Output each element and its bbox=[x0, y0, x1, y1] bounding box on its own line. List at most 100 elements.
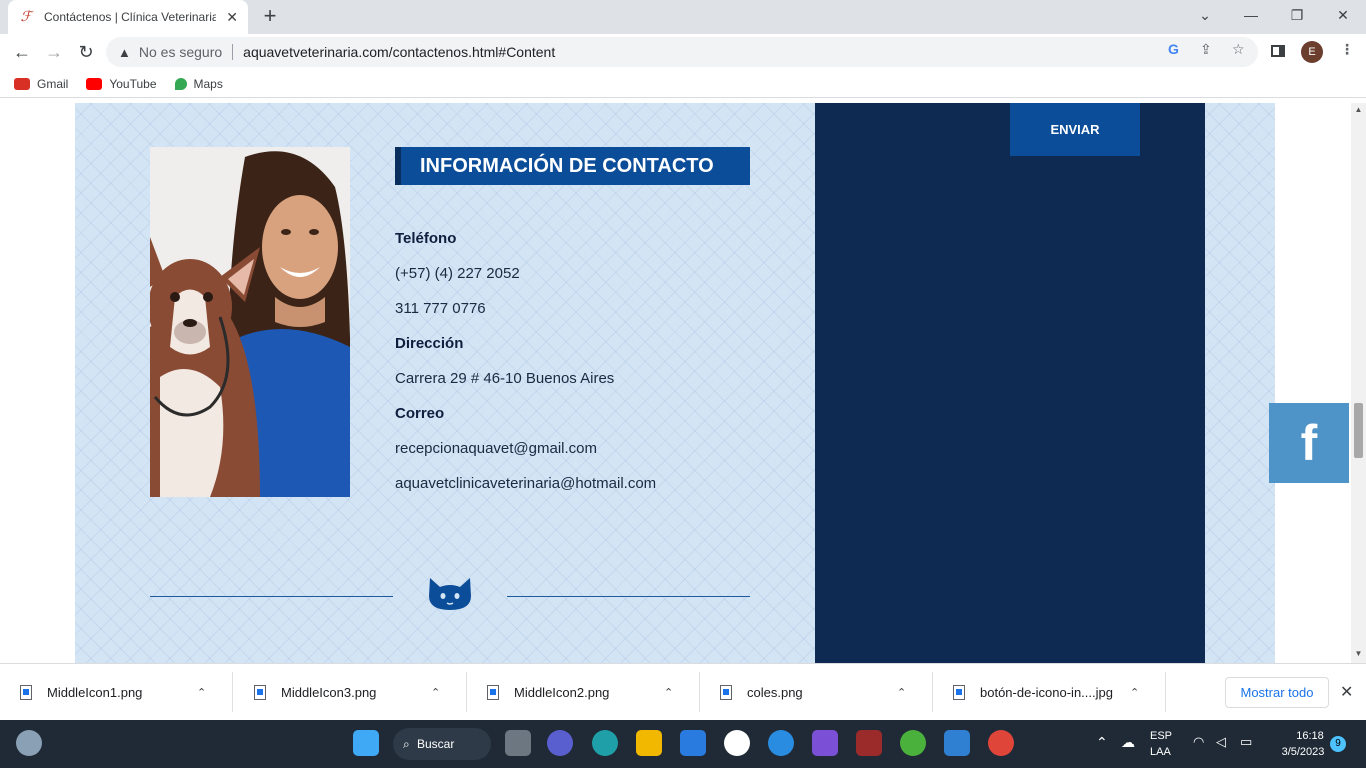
taskbar-search[interactable]: ⌕ Buscar bbox=[393, 728, 491, 760]
omnibox-separator bbox=[232, 44, 234, 60]
notification-badge[interactable]: 9 bbox=[1330, 736, 1346, 752]
maps-icon bbox=[174, 77, 187, 90]
divider-left bbox=[150, 596, 393, 597]
bookmark-label: Gmail bbox=[37, 76, 69, 91]
windows-taskbar: ⌕ Buscar ⌃ ☁ ESP LAA ◠ ◁ ▭ 16:18 3/5/202… bbox=[0, 720, 1366, 768]
email-2[interactable]: aquavetclinicaveterinaria@hotmail.com bbox=[395, 475, 656, 492]
close-window-button[interactable]: ✕ bbox=[1320, 0, 1366, 30]
search-icon: ⌕ bbox=[403, 737, 410, 751]
wifi-icon[interactable]: ◠ bbox=[1193, 734, 1204, 750]
language-bottom[interactable]: LAA bbox=[1150, 746, 1171, 758]
phone-label: Teléfono bbox=[395, 230, 457, 247]
bookmarks-bar: Gmail YouTube Maps bbox=[0, 70, 1366, 98]
profile-avatar[interactable]: E bbox=[1301, 41, 1323, 63]
dreamweaver-icon[interactable] bbox=[900, 730, 926, 756]
site-favicon-icon: ℱ bbox=[20, 9, 32, 25]
google-translate-icon[interactable]: G bbox=[1168, 41, 1179, 57]
clock-date[interactable]: 3/5/2023 bbox=[1273, 746, 1333, 758]
share-icon[interactable]: ⇪ bbox=[1200, 41, 1212, 58]
reload-button[interactable]: ↻ bbox=[74, 40, 98, 64]
chrome-icon[interactable] bbox=[988, 730, 1014, 756]
warning-icon[interactable]: ▲ bbox=[118, 45, 131, 60]
image-file-icon bbox=[487, 684, 499, 700]
store-icon[interactable] bbox=[680, 730, 706, 756]
browser-toolbar: ← → ↻ ▲ No es seguro aquavetveterinaria.… bbox=[0, 34, 1366, 70]
cat-icon bbox=[429, 578, 471, 610]
chevron-up-icon[interactable]: ⌃ bbox=[897, 686, 906, 699]
scroll-thumb[interactable] bbox=[1354, 403, 1363, 458]
chevron-up-icon[interactable]: ⌃ bbox=[1096, 734, 1108, 751]
download-filename: MiddleIcon1.png bbox=[47, 684, 143, 700]
maximize-button[interactable]: ❐ bbox=[1274, 0, 1320, 30]
tab-search-chevron-icon[interactable]: ⌄ bbox=[1182, 0, 1228, 30]
chevron-up-icon[interactable]: ⌃ bbox=[1130, 686, 1139, 699]
phone-number-1: (+57) (4) 227 2052 bbox=[395, 265, 520, 282]
close-downloads-icon[interactable]: ✕ bbox=[1340, 682, 1353, 702]
forward-button[interactable]: → bbox=[42, 40, 66, 64]
download-item[interactable]: botón-de-icono-in....jpg ⌃ bbox=[933, 672, 1166, 712]
downloads-shelf: MiddleIcon1.png ⌃ MiddleIcon3.png ⌃ Midd… bbox=[0, 663, 1366, 720]
address-text: Carrera 29 # 46-10 Buenos Aires bbox=[395, 370, 615, 387]
divider-right bbox=[507, 596, 750, 597]
download-filename: MiddleIcon3.png bbox=[281, 684, 377, 700]
send-button[interactable]: ENVIAR bbox=[1010, 103, 1140, 156]
url-text[interactable]: aquavetveterinaria.com/contactenos.html#… bbox=[243, 44, 555, 60]
scroll-up-icon[interactable]: ▲ bbox=[1354, 105, 1363, 115]
weather-icon[interactable] bbox=[16, 730, 42, 756]
contact-form-panel: ENVIAR bbox=[815, 103, 1205, 663]
close-tab-icon[interactable]: ✕ bbox=[226, 9, 238, 26]
chevron-up-icon[interactable]: ⌃ bbox=[664, 686, 673, 699]
battery-icon[interactable]: ▭ bbox=[1240, 734, 1252, 750]
scroll-down-icon[interactable]: ▼ bbox=[1354, 649, 1363, 659]
page-viewport: INFORMACIÓN DE CONTACTO Teléfono (+57) (… bbox=[0, 103, 1351, 663]
back-button[interactable]: ← bbox=[10, 40, 34, 64]
visual-studio-icon[interactable] bbox=[812, 730, 838, 756]
image-file-icon bbox=[720, 684, 732, 700]
start-menu-icon[interactable] bbox=[353, 730, 379, 756]
winrar-icon[interactable] bbox=[856, 730, 882, 756]
address-label: Dirección bbox=[395, 335, 464, 352]
side-panel-icon[interactable] bbox=[1271, 45, 1285, 57]
minimize-button[interactable]: — bbox=[1228, 0, 1274, 30]
photos-icon[interactable] bbox=[944, 730, 970, 756]
show-all-downloads-button[interactable]: Mostrar todo bbox=[1225, 677, 1329, 708]
speaker-icon[interactable]: ◁ bbox=[1216, 734, 1226, 750]
menu-kebab-icon[interactable]: ⋮ bbox=[1340, 41, 1354, 58]
task-view-icon[interactable] bbox=[505, 730, 531, 756]
bookmark-youtube[interactable]: YouTube bbox=[86, 76, 157, 91]
teams-chat-icon[interactable] bbox=[547, 730, 573, 756]
bookmark-label: YouTube bbox=[109, 76, 157, 91]
page-scrollbar[interactable]: ▲ ▼ bbox=[1351, 103, 1366, 663]
download-filename: coles.png bbox=[747, 684, 803, 700]
phone-number-2: 311 777 0776 bbox=[395, 300, 486, 317]
app-icon[interactable] bbox=[724, 730, 750, 756]
bookmark-maps[interactable]: Maps bbox=[174, 76, 223, 91]
bookmark-star-icon[interactable]: ☆ bbox=[1232, 41, 1245, 58]
search-label: Buscar bbox=[417, 737, 455, 751]
facebook-button[interactable]: f bbox=[1269, 403, 1349, 483]
bookmark-label: Maps bbox=[193, 76, 223, 91]
file-explorer-icon[interactable] bbox=[636, 730, 662, 756]
email-1[interactable]: recepcionaquavet@gmail.com bbox=[395, 440, 597, 457]
security-status[interactable]: No es seguro bbox=[139, 44, 222, 60]
chevron-up-icon[interactable]: ⌃ bbox=[431, 686, 440, 699]
language-top[interactable]: ESP bbox=[1150, 730, 1172, 742]
edge-icon[interactable] bbox=[592, 730, 618, 756]
chevron-up-icon[interactable]: ⌃ bbox=[197, 686, 206, 699]
gmail-icon bbox=[14, 77, 30, 90]
vet-with-dog-photo bbox=[150, 147, 350, 497]
address-bar[interactable]: ▲ No es seguro aquavetveterinaria.com/co… bbox=[106, 37, 1258, 67]
bookmark-gmail[interactable]: Gmail bbox=[14, 77, 68, 91]
email-label: Correo bbox=[395, 405, 445, 422]
new-tab-button[interactable]: + bbox=[258, 4, 282, 28]
help-icon[interactable] bbox=[768, 730, 794, 756]
download-filename: MiddleIcon2.png bbox=[514, 684, 610, 700]
clock-time[interactable]: 16:18 bbox=[1285, 730, 1335, 742]
download-item[interactable]: MiddleIcon1.png ⌃ bbox=[0, 672, 233, 712]
download-item[interactable]: MiddleIcon3.png ⌃ bbox=[234, 672, 467, 712]
image-file-icon bbox=[254, 684, 266, 700]
tab-contactenos[interactable]: ℱ Contáctenos | Clínica Veterinaria ✕ bbox=[8, 0, 248, 34]
download-item[interactable]: coles.png ⌃ bbox=[700, 672, 933, 712]
download-item[interactable]: MiddleIcon2.png ⌃ bbox=[467, 672, 700, 712]
onedrive-cloud-icon[interactable]: ☁ bbox=[1121, 734, 1135, 751]
